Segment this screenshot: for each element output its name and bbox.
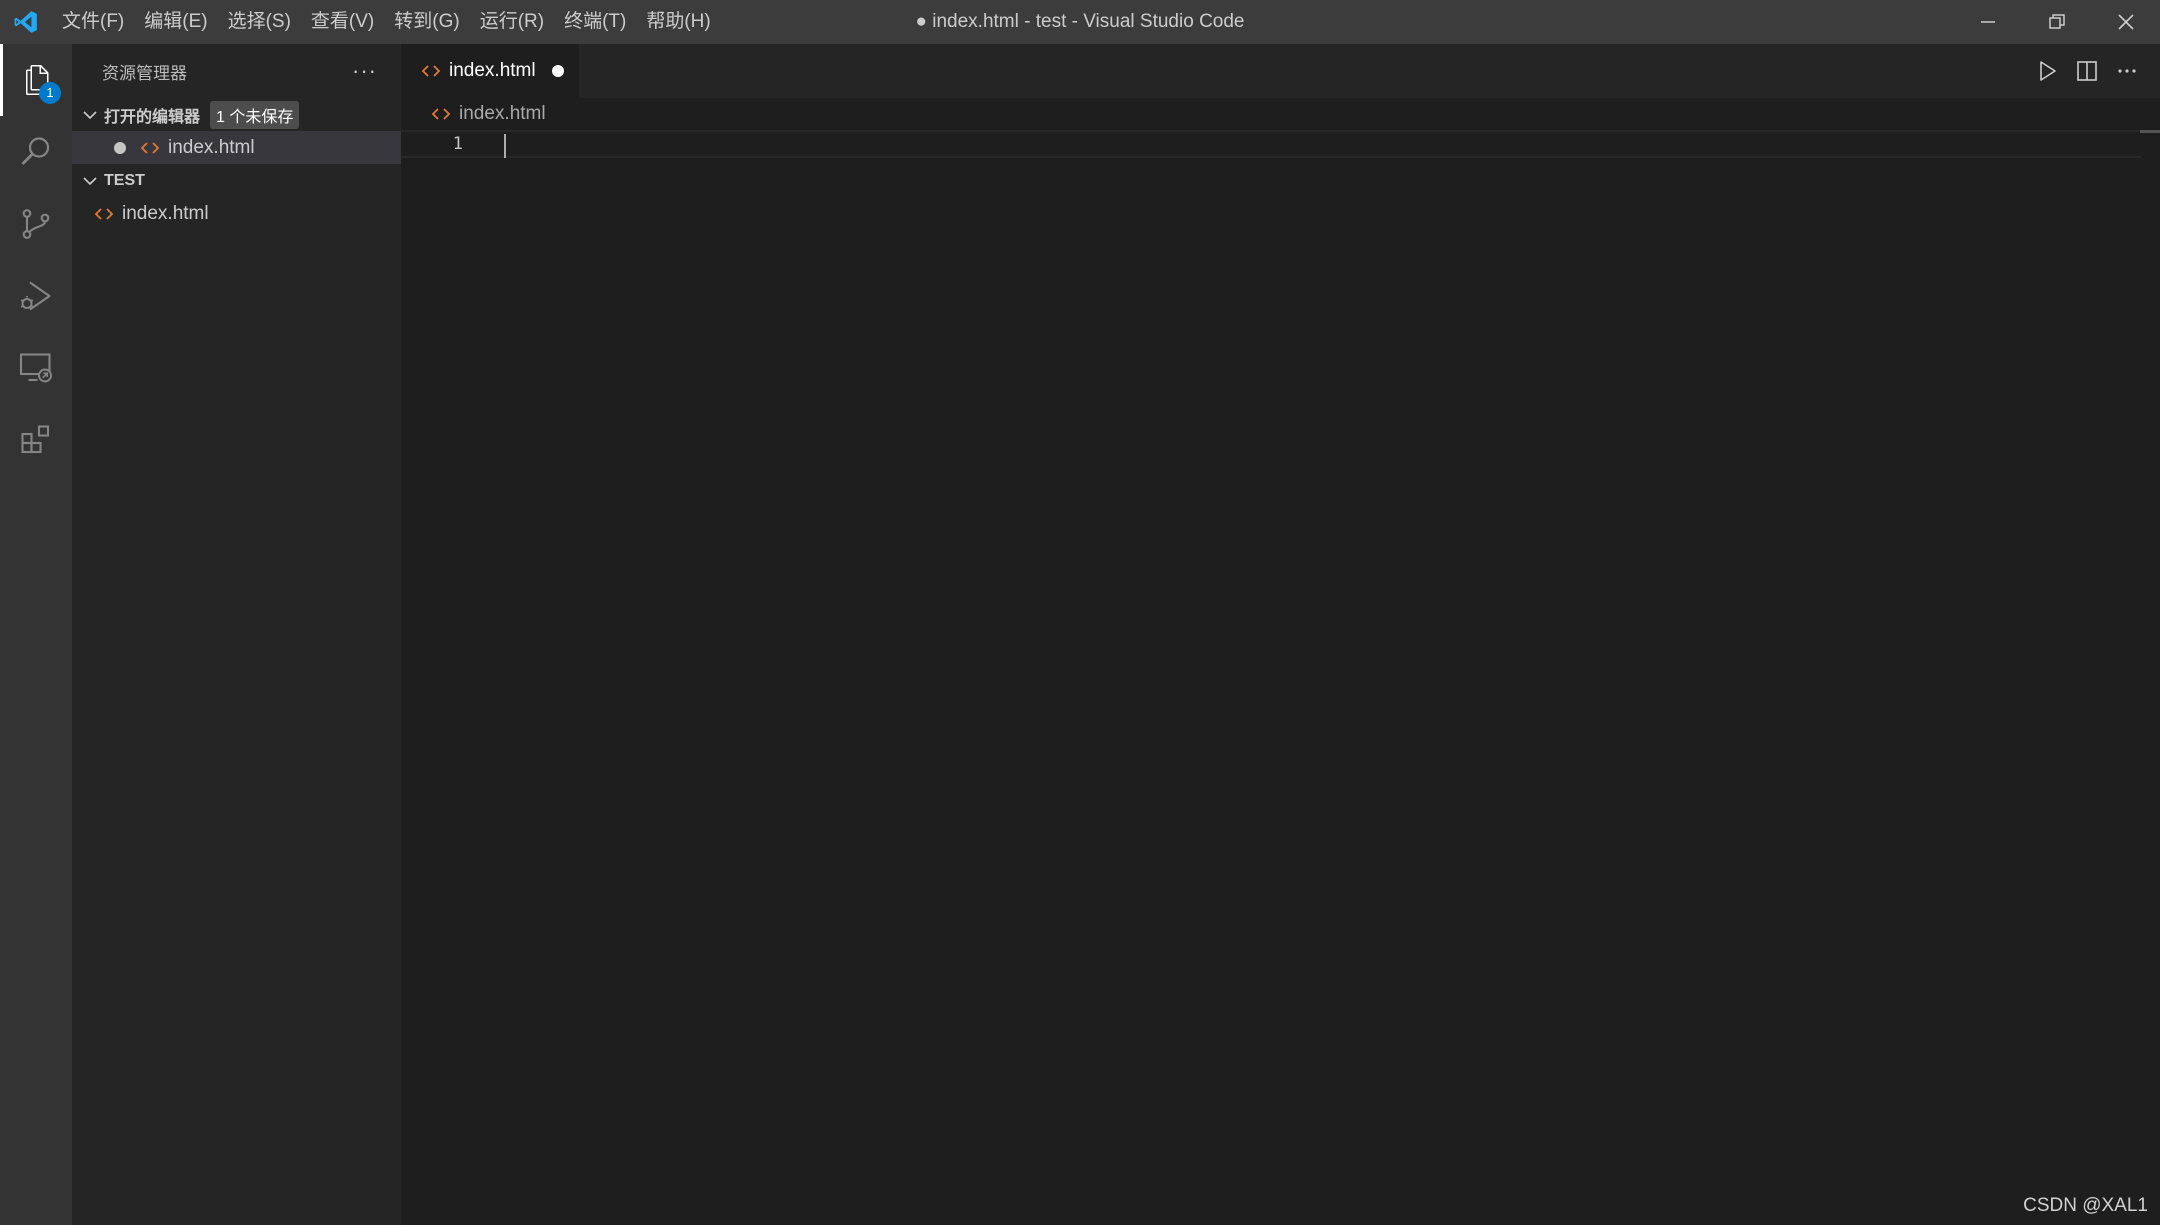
window-controls: [1953, 0, 2160, 44]
breadcrumb[interactable]: index.html: [401, 98, 2160, 130]
close-icon: [2117, 14, 2134, 30]
minimize-button[interactable]: [1953, 0, 2022, 44]
activity-explorer[interactable]: 1: [0, 44, 72, 116]
menu-file[interactable]: 文件(F): [52, 0, 134, 44]
activity-extensions[interactable]: [0, 404, 72, 476]
more-actions-button[interactable]: [2114, 58, 2140, 84]
line-number: 1: [452, 134, 463, 154]
menu-bar: 文件(F) 编辑(E) 选择(S) 查看(V) 转到(G) 运行(R) 终端(T…: [52, 0, 721, 44]
text-cursor: [504, 134, 506, 158]
open-editors-label: 打开的编辑器: [104, 108, 201, 126]
unsaved-badge: 1 个未保存: [210, 100, 300, 129]
sidebar-title: 资源管理器: [102, 63, 187, 83]
run-debug-icon: [21, 281, 51, 311]
folder-label: TEST: [104, 171, 145, 189]
menu-go[interactable]: 转到(G): [384, 0, 469, 44]
sidebar-header: 资源管理器 ···: [72, 44, 401, 98]
split-editor-button[interactable]: [2074, 58, 2100, 84]
html-file-icon: [421, 65, 441, 77]
menu-run[interactable]: 运行(R): [470, 0, 554, 44]
unsaved-dot-icon[interactable]: [551, 65, 564, 77]
minimize-icon: [1980, 21, 1995, 23]
open-editor-item[interactable]: index.html: [72, 131, 401, 164]
vscode-logo-icon: [0, 0, 52, 44]
restore-icon: [2048, 14, 2065, 29]
chevron-down-icon: [83, 110, 97, 119]
current-line: 1: [401, 130, 2141, 158]
run-icon: [2040, 61, 2056, 81]
html-file-icon: [431, 108, 451, 120]
activity-source-control[interactable]: [0, 188, 72, 260]
file-tree-filename: index.html: [122, 202, 209, 224]
html-file-icon: [140, 141, 160, 154]
tab-label: index.html: [449, 60, 536, 81]
code-editor[interactable]: 1: [401, 130, 2160, 1225]
activity-remote-explorer[interactable]: [0, 332, 72, 404]
menu-help[interactable]: 帮助(H): [636, 0, 720, 44]
search-icon: [21, 137, 50, 165]
restore-button[interactable]: [2022, 0, 2091, 44]
more-actions-button[interactable]: ···: [352, 58, 377, 84]
remote-explorer-icon: [19, 353, 52, 383]
run-button[interactable]: [2034, 58, 2060, 84]
activity-bar: 1: [0, 44, 72, 1225]
watermark: CSDN @XAL1: [2023, 1195, 2148, 1216]
chevron-down-icon: [83, 176, 97, 185]
split-editor-icon: [2077, 61, 2097, 81]
extensions-icon: [21, 425, 50, 454]
more-actions-icon: [2118, 69, 2136, 73]
source-control-icon: [22, 209, 50, 239]
file-tree-item[interactable]: index.html: [72, 197, 401, 230]
tab-bar: index.html: [401, 44, 2160, 98]
activity-run-debug[interactable]: [0, 260, 72, 332]
tab-index-html[interactable]: index.html: [401, 44, 579, 98]
menu-terminal[interactable]: 终端(T): [554, 0, 636, 44]
explorer-badge: 1: [39, 82, 61, 104]
open-editor-filename: index.html: [168, 136, 255, 158]
menu-view[interactable]: 查看(V): [301, 0, 384, 44]
close-button[interactable]: [2091, 0, 2160, 44]
title-bar: 文件(F) 编辑(E) 选择(S) 查看(V) 转到(G) 运行(R) 终端(T…: [0, 0, 2160, 44]
folder-header[interactable]: TEST: [72, 164, 401, 197]
activity-search[interactable]: [0, 116, 72, 188]
editor-actions: [2034, 44, 2140, 98]
html-file-icon: [94, 207, 114, 220]
unsaved-dot-icon[interactable]: [114, 141, 126, 154]
menu-edit[interactable]: 编辑(E): [134, 0, 217, 44]
breadcrumb-filename: index.html: [459, 103, 546, 124]
minimap-slider[interactable]: [2140, 130, 2160, 133]
open-editors-header[interactable]: 打开的编辑器 1 个未保存: [72, 98, 401, 131]
editor-area: index.html index.html 1 CSDN @XAL1: [401, 44, 2160, 1225]
menu-selection[interactable]: 选择(S): [218, 0, 301, 44]
explorer-sidebar: 资源管理器 ··· 打开的编辑器 1 个未保存 index.html TEST …: [72, 44, 401, 1225]
